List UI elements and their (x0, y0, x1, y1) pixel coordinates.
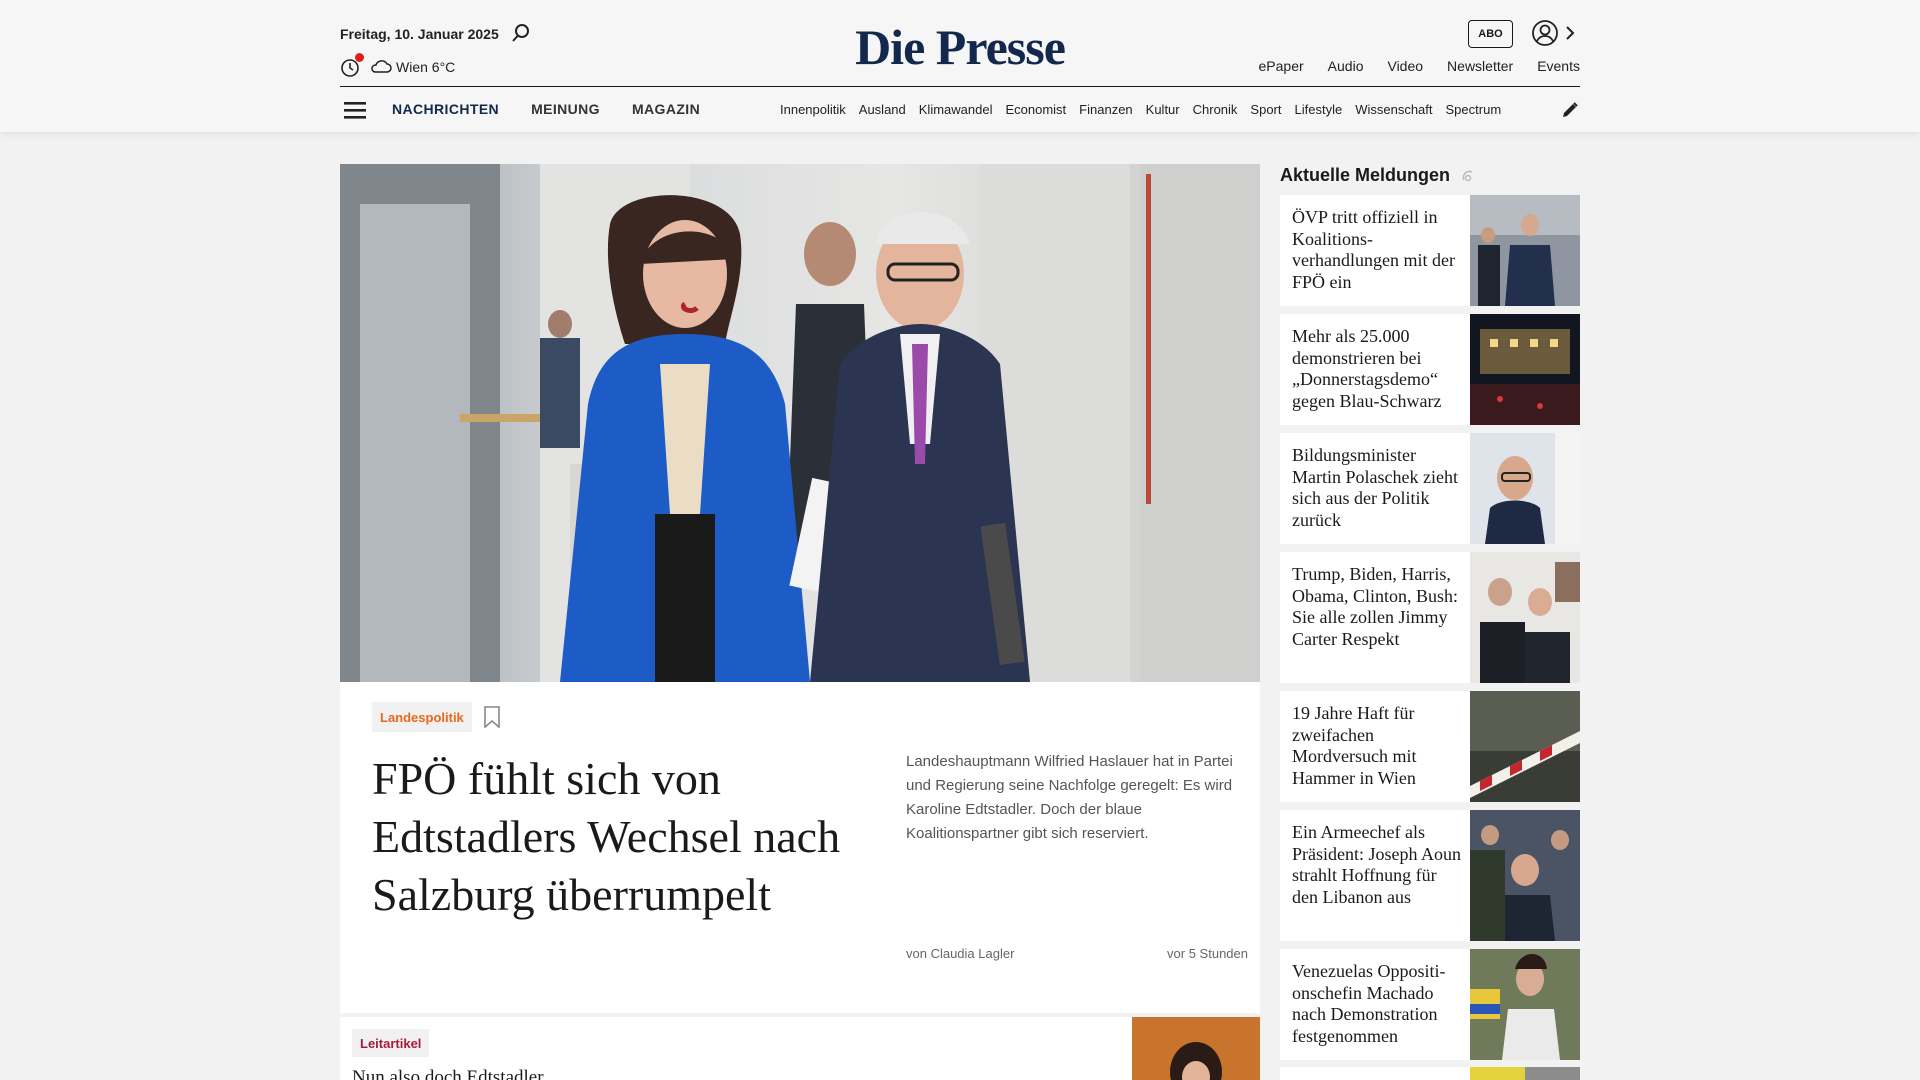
list-item[interactable] (1280, 1067, 1580, 1080)
nav-audio[interactable]: Audio (1328, 58, 1364, 74)
list-item[interactable]: ÖVP tritt offiziell in Koalitions-verhan… (1280, 195, 1580, 306)
current-date: Freitag, 10. Januar 2025 (340, 26, 499, 42)
section-navigation: Innenpolitik Ausland Klimawandel Economist F… (780, 102, 1540, 117)
site-logo[interactable]: Die Presse (855, 19, 1066, 75)
chevron-right-icon[interactable] (1563, 24, 1577, 42)
leitartikel-headline[interactable]: Nun also doch Edtstadler (352, 1067, 544, 1080)
list-item[interactable]: 19 Jahre Haft für zweifachen Mordversuch… (1280, 691, 1580, 802)
nav-events[interactable]: Events (1537, 58, 1580, 74)
hamburger-menu-icon[interactable] (344, 100, 368, 120)
hero-image[interactable] (340, 164, 1260, 682)
section-sport[interactable]: Sport (1250, 102, 1281, 117)
section-wissenschaft[interactable]: Wissenschaft (1355, 102, 1432, 117)
live-indicator-icon (1462, 170, 1473, 182)
news-thumbnail (1470, 949, 1580, 1060)
recent-news-icon[interactable] (340, 53, 364, 78)
news-headline: Mehr als 25.000 demonstrieren bei „Donne… (1292, 326, 1442, 411)
news-thumbnail (1470, 552, 1580, 683)
section-lifestyle[interactable]: Lifestyle (1295, 102, 1343, 117)
bookmark-icon[interactable] (483, 706, 501, 728)
cloud-icon (371, 60, 392, 73)
list-item[interactable]: Ein Armeechef als Präsident: Joseph Aoun… (1280, 810, 1580, 941)
section-spectrum[interactable]: Spectrum (1446, 102, 1502, 117)
section-ausland[interactable]: Ausland (859, 102, 906, 117)
news-thumbnail (1470, 314, 1580, 425)
header-divider (340, 86, 1580, 87)
nav-video[interactable]: Video (1387, 58, 1423, 74)
hero-timestamp: vor 5 Stunden (1167, 946, 1248, 961)
category-tag[interactable]: Landespolitik (372, 702, 472, 732)
news-thumbnail (1470, 691, 1580, 802)
news-headline: Venezuelas Oppositi-onschefin Machado na… (1292, 961, 1446, 1046)
section-economist[interactable]: Economist (1005, 102, 1066, 117)
nav-newsletter[interactable]: Newsletter (1447, 58, 1513, 74)
hero-lead-text: Landeshauptmann Wilfried Haslauer hat in… (906, 753, 1233, 842)
site-header: Freitag, 10. Januar 2025 Wien 6°C Die Pr… (0, 0, 1920, 132)
section-finanzen[interactable]: Finanzen (1079, 102, 1132, 117)
hero-author[interactable]: von Claudia Lagler (906, 946, 1014, 961)
news-headline: Ein Armeechef als Präsident: Joseph Aoun… (1292, 822, 1461, 907)
section-innenpolitik[interactable]: Innenpolitik (780, 102, 846, 117)
hero-headline[interactable]: FPÖ fühlt sich von Edtstadlers Wechsel n… (372, 750, 862, 924)
list-item[interactable]: Mehr als 25.000 demonstrieren bei „Donne… (1280, 314, 1580, 425)
sidebar-title-text: Aktuelle Meldungen (1280, 165, 1451, 185)
nav-magazin[interactable]: MAGAZIN (632, 101, 700, 117)
news-thumbnail (1470, 195, 1580, 306)
main-navigation: NACHRICHTEN MEINUNG MAGAZIN (392, 101, 700, 117)
section-kultur[interactable]: Kultur (1146, 102, 1180, 117)
user-account-icon[interactable] (1530, 18, 1560, 48)
news-headline: Bildungsminister Martin Polaschek zieht … (1292, 445, 1458, 530)
pencil-icon[interactable] (1560, 100, 1580, 120)
list-item[interactable]: Bildungsminister Martin Polaschek zieht … (1280, 433, 1580, 544)
nav-nachrichten[interactable]: NACHRICHTEN (392, 101, 499, 117)
news-headline: Trump, Biden, Harris, Obama, Clinton, Bu… (1292, 564, 1458, 649)
section-chronik[interactable]: Chronik (1193, 102, 1238, 117)
leitartikel-card[interactable]: Leitartikel Nun also doch Edtstadler (340, 1017, 1260, 1080)
list-item[interactable]: Venezuelas Oppositi-onschefin Machado na… (1280, 949, 1580, 1060)
news-headline: 19 Jahre Haft für zweifachen Mordversuch… (1292, 703, 1417, 788)
notification-dot (355, 53, 364, 62)
category-tag[interactable]: Leitartikel (352, 1029, 430, 1057)
nav-meinung[interactable]: MEINUNG (531, 101, 600, 117)
list-item[interactable]: Trump, Biden, Harris, Obama, Clinton, Bu… (1280, 552, 1580, 683)
search-icon[interactable] (510, 22, 532, 44)
weather-label[interactable]: Wien 6°C (396, 59, 455, 75)
news-thumbnail (1470, 1067, 1580, 1080)
news-thumbnail (1470, 810, 1580, 941)
top-navigation: ePaper Audio Video Newsletter Events (1259, 58, 1580, 74)
leitartikel-thumbnail[interactable] (1132, 1017, 1260, 1080)
hero-article-card: Landespolitik FPÖ fühlt sich von Edtstad… (340, 682, 1260, 1013)
sidebar-title: Aktuelle Meldungen (1280, 165, 1475, 186)
nav-epaper[interactable]: ePaper (1259, 58, 1304, 74)
news-thumbnail (1470, 433, 1580, 544)
news-headline: ÖVP tritt offiziell in Koalitions-verhan… (1292, 207, 1455, 292)
abo-button[interactable]: ABO (1468, 20, 1513, 48)
section-klimawandel[interactable]: Klimawandel (919, 102, 993, 117)
